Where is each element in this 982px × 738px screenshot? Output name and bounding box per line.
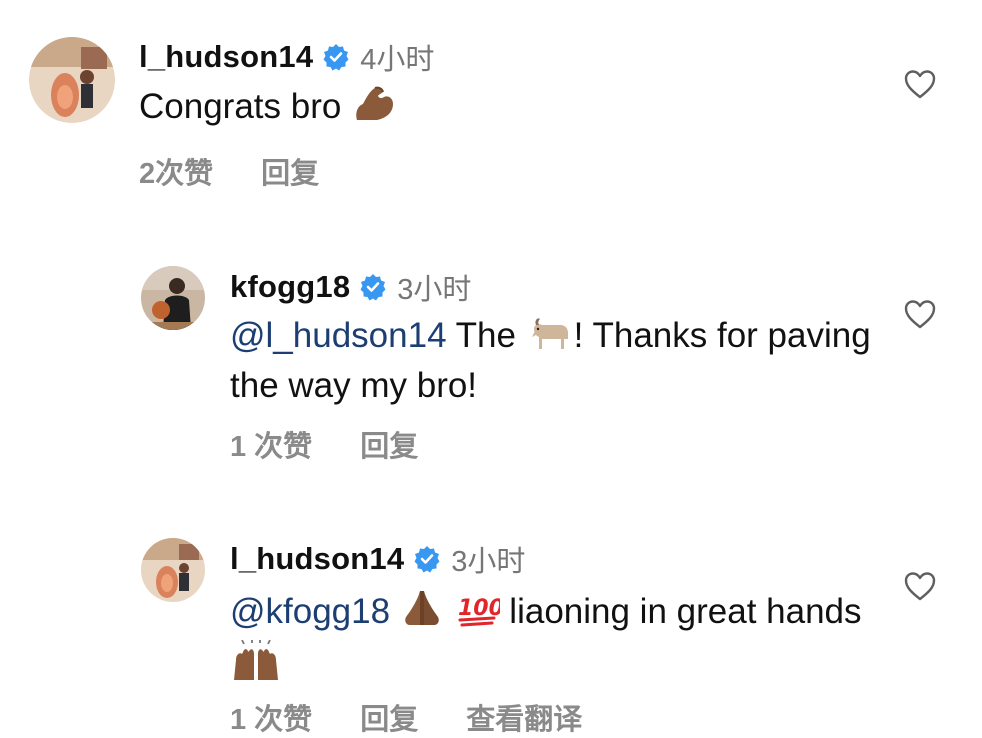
mention-link[interactable]: @kfogg18 <box>230 592 390 631</box>
raising-hands-icon <box>230 639 282 693</box>
hundred-points-icon: 100 <box>454 589 504 640</box>
like-count[interactable]: 2次赞 <box>139 150 213 192</box>
mention-link[interactable]: @l_hudson14 <box>230 316 447 355</box>
comment-text: @kfogg18 100 liaoning in great hands <box>230 587 890 693</box>
reply-button[interactable]: 回复 <box>261 150 319 192</box>
comment-text: @l_hudson14 The ! Thanks for paving the … <box>230 314 890 408</box>
like-count[interactable]: 1 次赞 <box>230 696 312 738</box>
comment-body: Congrats bro <box>139 87 342 126</box>
avatar[interactable] <box>29 37 115 123</box>
comment-body: The <box>446 316 526 355</box>
avatar[interactable] <box>141 266 205 330</box>
verified-badge-icon <box>360 274 386 301</box>
timestamp: 3小时 <box>451 546 526 578</box>
flexed-biceps-icon <box>351 84 397 135</box>
comment-text: Congrats bro <box>139 84 799 135</box>
reply-button[interactable]: 回复 <box>360 423 418 465</box>
username[interactable]: l_hudson14 <box>230 541 404 577</box>
timestamp: 3小时 <box>397 274 472 306</box>
avatar[interactable] <box>141 538 205 602</box>
comment-body: liaoning in great hands <box>509 592 862 631</box>
verified-badge-icon <box>323 44 349 71</box>
username[interactable]: l_hudson14 <box>139 39 313 75</box>
like-heart-icon[interactable] <box>903 298 937 330</box>
timestamp: 4小时 <box>360 44 435 76</box>
see-translation-button[interactable]: 查看翻译 <box>466 696 582 738</box>
like-heart-icon[interactable] <box>903 570 937 602</box>
goat-icon <box>526 315 574 364</box>
like-count[interactable]: 1 次赞 <box>230 423 312 465</box>
like-heart-icon[interactable] <box>903 68 937 100</box>
reply-button[interactable]: 回复 <box>360 696 418 738</box>
username[interactable]: kfogg18 <box>230 269 350 305</box>
verified-badge-icon <box>414 546 440 573</box>
folded-hands-icon <box>400 587 444 640</box>
